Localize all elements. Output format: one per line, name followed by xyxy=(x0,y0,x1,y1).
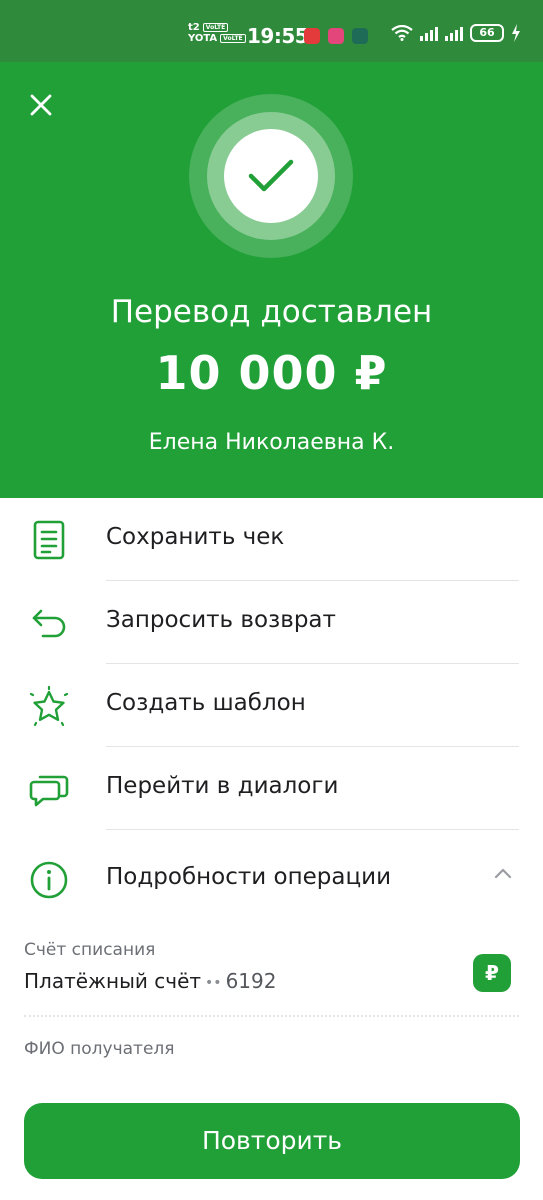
ruble-account-icon: ₽ xyxy=(473,954,511,992)
dotted-divider xyxy=(24,1015,519,1017)
wifi-icon xyxy=(391,25,413,41)
signal-icon xyxy=(420,25,438,41)
status-bar: t2 VoLTE YOTA VoLTE 19:55 66 xyxy=(0,0,543,62)
battery-icon: 66 xyxy=(470,24,504,42)
operation-details: Счёт списания Платёжный счёт •• 6192 ₽ ФИО… xyxy=(24,940,519,1059)
transfer-amount: 10 000 ₽ xyxy=(155,346,388,400)
action-label: Запросить возврат xyxy=(106,607,336,633)
request-refund-item[interactable]: Запросить возврат xyxy=(0,581,543,664)
volte-badge: VoLTE xyxy=(220,34,246,43)
operation-details-toggle[interactable]: Подробности операции xyxy=(0,830,543,926)
close-icon xyxy=(30,94,52,116)
status-title: Перевод доставлен xyxy=(110,294,433,330)
action-label: Подробности операции xyxy=(106,864,392,890)
notification-app-icon xyxy=(352,28,368,44)
actions-list: Сохранить чек Запросить возврат Создать … xyxy=(0,498,543,926)
notification-app-icon xyxy=(304,28,320,44)
carrier-1: t2 xyxy=(188,22,200,33)
account-name: Платёжный счёт xyxy=(24,969,202,993)
action-label: Создать шаблон xyxy=(106,690,306,716)
notification-app-icon xyxy=(328,28,344,44)
account-number: 6192 xyxy=(225,969,277,993)
go-to-dialogs-item[interactable]: Перейти в диалоги xyxy=(0,747,543,830)
status-time: 19:55 xyxy=(247,24,309,48)
recipient-name: Елена Николаевна К. xyxy=(148,430,395,455)
masked-dots: •• xyxy=(205,974,222,991)
star-template-icon xyxy=(28,685,70,727)
volte-badge: VoLTE xyxy=(202,23,229,32)
receipt-icon xyxy=(28,519,70,561)
carrier-info: t2 VoLTE YOTA VoLTE xyxy=(188,22,246,44)
success-check-circle xyxy=(224,129,318,223)
account-value: Платёжный счёт •• 6192 xyxy=(24,969,519,993)
info-icon xyxy=(28,859,70,901)
signal-icon xyxy=(445,25,463,41)
bottom-bar: Повторить xyxy=(0,1078,543,1200)
account-label: Счёт списания xyxy=(24,940,156,960)
checkmark-icon xyxy=(248,159,294,192)
repeat-button[interactable]: Повторить xyxy=(24,1103,520,1179)
chat-bubbles-icon xyxy=(28,768,70,810)
carrier-2: YOTA xyxy=(188,33,218,44)
chevron-up-icon[interactable] xyxy=(493,866,513,880)
action-label: Сохранить чек xyxy=(106,524,285,550)
charging-icon xyxy=(512,24,520,42)
recipient-fio-label: ФИО получателя xyxy=(24,1039,175,1059)
success-header: Перевод доставлен 10 000 ₽ Елена Николае… xyxy=(0,62,543,498)
action-label: Перейти в диалоги xyxy=(106,773,339,799)
close-button[interactable] xyxy=(24,88,58,122)
save-receipt-item[interactable]: Сохранить чек xyxy=(0,498,543,581)
return-arrow-icon xyxy=(28,602,70,644)
create-template-item[interactable]: Создать шаблон xyxy=(0,664,543,747)
